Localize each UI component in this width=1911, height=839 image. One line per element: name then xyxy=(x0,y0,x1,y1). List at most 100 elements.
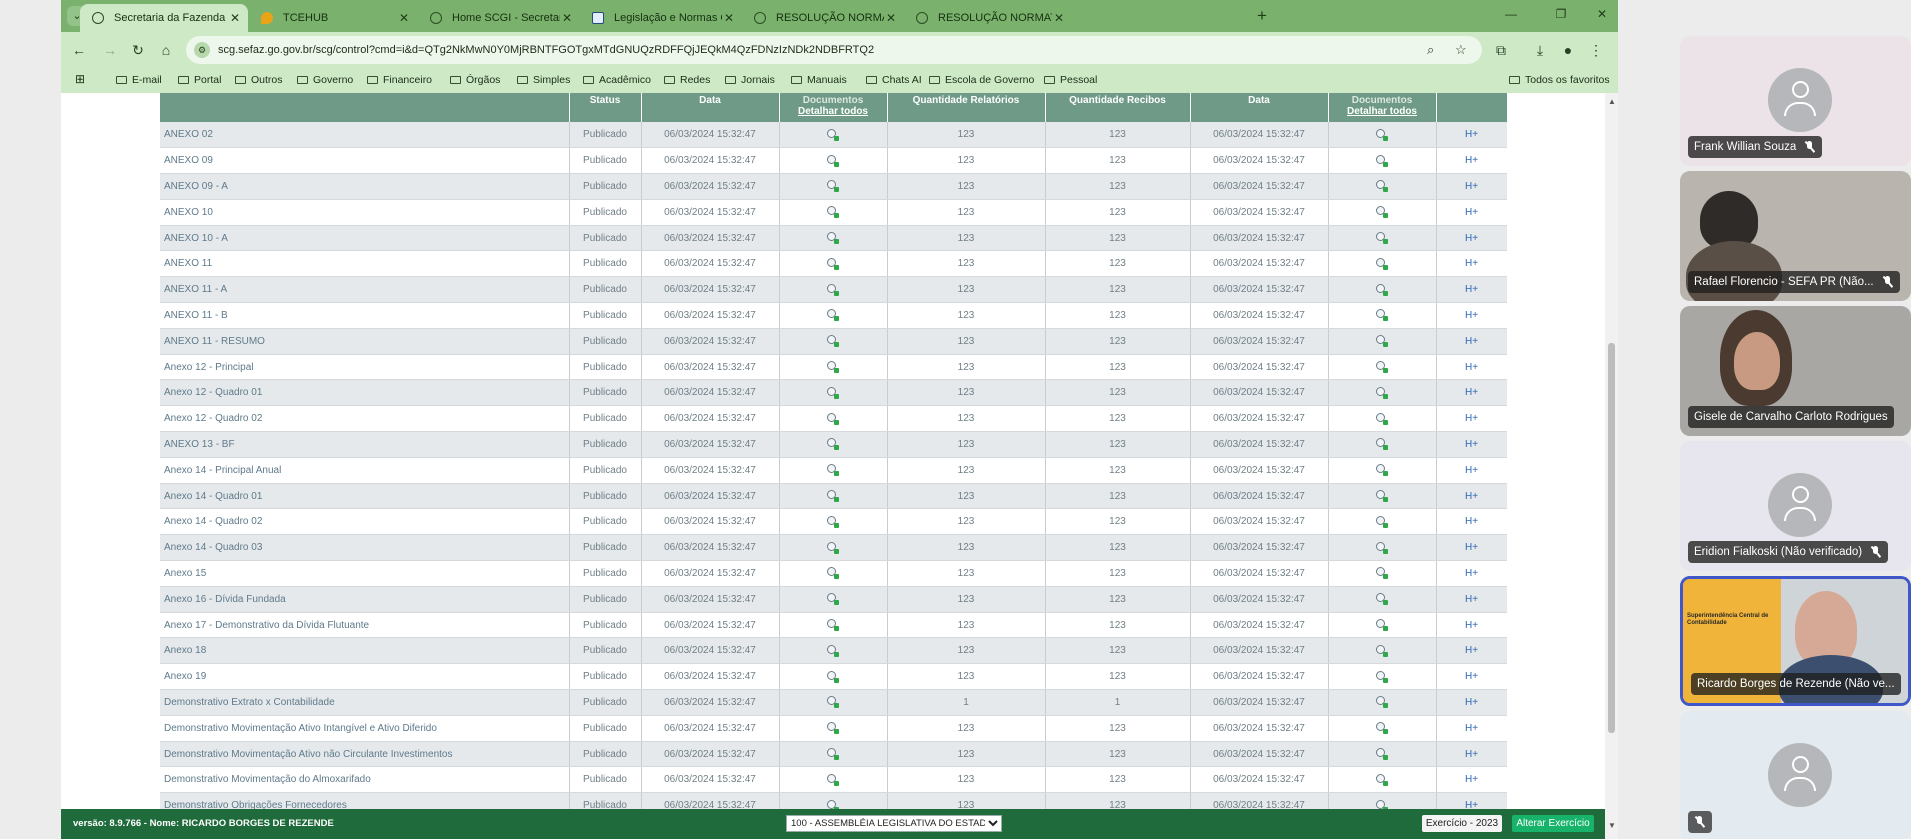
cell-name[interactable]: Anexo 17 - Demonstrativo da Dívida Flutu… xyxy=(160,612,570,639)
bookmark-governo[interactable]: Governo xyxy=(297,74,353,86)
magnifier-icon-2[interactable] xyxy=(1376,206,1388,219)
participant-tile[interactable] xyxy=(1680,711,1911,839)
cell-name[interactable]: ANEXO 09 xyxy=(160,147,570,175)
cell-name[interactable]: Anexo 12 - Principal xyxy=(160,354,570,381)
magnifier-icon-2[interactable] xyxy=(1376,283,1388,296)
magnifier-icon-2[interactable] xyxy=(1376,180,1388,193)
history-link[interactable]: H+ xyxy=(1436,534,1507,562)
magnifier-icon[interactable] xyxy=(827,670,839,683)
magnifier-icon[interactable] xyxy=(827,309,839,322)
bookmark-portal[interactable]: Portal xyxy=(178,74,221,86)
bookmark-email[interactable]: E-mail xyxy=(116,74,162,86)
home-icon[interactable]: ⌂ xyxy=(156,40,176,60)
magnifier-icon[interactable] xyxy=(827,232,839,245)
bookmark-academico[interactable]: Acadêmico xyxy=(583,74,651,86)
minimize-icon[interactable]: — xyxy=(1502,7,1520,21)
bookmark-jornais[interactable]: Jornais xyxy=(725,74,775,86)
magnifier-icon-2[interactable] xyxy=(1376,644,1388,657)
magnifier-icon-2[interactable] xyxy=(1376,490,1388,503)
extensions-icon[interactable]: ⧉ xyxy=(1491,40,1511,60)
participant-tile[interactable]: Eridion Fialkoski (Não verificado) xyxy=(1680,441,1911,571)
back-icon[interactable]: ← xyxy=(69,40,89,60)
magnifier-icon[interactable] xyxy=(827,206,839,219)
cell-name[interactable]: ANEXO 10 - A xyxy=(160,225,570,252)
magnifier-icon[interactable] xyxy=(827,283,839,296)
history-link[interactable]: H+ xyxy=(1436,508,1507,536)
magnifier-icon[interactable] xyxy=(827,541,839,554)
cell-name[interactable]: ANEXO 02 xyxy=(160,122,570,149)
history-link[interactable]: H+ xyxy=(1436,147,1507,175)
magnifier-icon-2[interactable] xyxy=(1376,257,1388,270)
history-link[interactable]: H+ xyxy=(1436,663,1507,691)
bookmark-simples[interactable]: Simples xyxy=(517,74,570,86)
cell-name[interactable]: ANEXO 11 - B xyxy=(160,302,570,329)
bookmark-chats-ai[interactable]: Chats AI xyxy=(866,74,922,86)
cell-name[interactable]: Demonstrativo Extrato x Contabilidade xyxy=(160,689,570,716)
url-text[interactable]: scg.sefaz.go.gov.br/scg/control?cmd=i&d=… xyxy=(218,36,874,64)
magnifier-icon-2[interactable] xyxy=(1376,128,1388,141)
magnifier-icon-2[interactable] xyxy=(1376,670,1388,683)
magnifier-icon-2[interactable] xyxy=(1376,567,1388,580)
site-info-icon[interactable]: ⚙ xyxy=(194,42,210,58)
tab-legislacao[interactable]: Legislação e Normas Contábeis ✕ xyxy=(580,4,742,32)
magnifier-icon[interactable] xyxy=(827,438,839,451)
magnifier-icon-2[interactable] xyxy=(1376,232,1388,245)
profile-avatar[interactable]: ● xyxy=(1558,40,1578,60)
history-link[interactable]: H+ xyxy=(1436,560,1507,587)
magnifier-icon[interactable] xyxy=(827,180,839,193)
magnifier-icon-2[interactable] xyxy=(1376,696,1388,709)
tab-tcehub[interactable]: TCEHUB ✕ xyxy=(249,4,417,32)
cell-name[interactable]: Demonstrativo Obrigações Fornecedores xyxy=(160,792,570,809)
zoom-icon[interactable]: ⌕ xyxy=(1427,42,1434,58)
scroll-down-icon[interactable]: ▼ xyxy=(1608,821,1616,830)
history-link[interactable]: H+ xyxy=(1436,250,1507,278)
bookmark-outros[interactable]: Outros xyxy=(235,74,283,86)
history-link[interactable]: H+ xyxy=(1436,199,1507,226)
magnifier-icon-2[interactable] xyxy=(1376,799,1388,809)
tab-resolucao-5[interactable]: RESOLUÇÃO NORMATIVA Nº 5 ✕ xyxy=(742,4,904,32)
history-link[interactable]: H+ xyxy=(1436,431,1507,458)
tab-scgi[interactable]: Home SCGI - Secretaria da Eco ✕ xyxy=(418,4,580,32)
magnifier-icon[interactable] xyxy=(827,361,839,374)
magnifier-icon[interactable] xyxy=(827,335,839,348)
restore-icon[interactable]: ❐ xyxy=(1552,7,1570,21)
magnifier-icon-2[interactable] xyxy=(1376,541,1388,554)
magnifier-icon-2[interactable] xyxy=(1376,515,1388,528)
address-bar[interactable]: ⚙ scg.sefaz.go.gov.br/scg/control?cmd=i&… xyxy=(186,36,1482,64)
history-link[interactable]: H+ xyxy=(1436,276,1507,304)
tab-resolucao-7[interactable]: RESOLUÇÃO NORMATIVA Nº 7 ✕ xyxy=(904,4,1072,32)
bookmark-financeiro[interactable]: Financeiro xyxy=(367,74,432,86)
menu-icon[interactable]: ⋮ xyxy=(1586,40,1606,60)
cell-name[interactable]: Anexo 18 xyxy=(160,637,570,665)
magnifier-icon[interactable] xyxy=(827,773,839,786)
magnifier-icon[interactable] xyxy=(827,412,839,425)
detalhar-todos-link-2[interactable]: Detalhar todos xyxy=(1329,106,1436,117)
history-link[interactable]: H+ xyxy=(1436,457,1507,484)
cell-name[interactable]: Anexo 16 - Dívida Fundada xyxy=(160,586,570,613)
cell-name[interactable]: Anexo 12 - Quadro 01 xyxy=(160,379,570,407)
magnifier-icon[interactable] xyxy=(827,128,839,141)
apps-grid-icon[interactable]: ⊞ xyxy=(75,72,85,86)
close-icon[interactable]: ✕ xyxy=(724,4,734,32)
scroll-up-icon[interactable]: ▲ xyxy=(1608,97,1616,106)
magnifier-icon-2[interactable] xyxy=(1376,773,1388,786)
page-scrollbar[interactable]: ▲ ▼ xyxy=(1605,93,1618,839)
magnifier-icon[interactable] xyxy=(827,515,839,528)
window-close-icon[interactable]: ✕ xyxy=(1593,7,1611,21)
bookmark-manuais[interactable]: Manuais xyxy=(791,74,847,86)
scroll-thumb[interactable] xyxy=(1608,343,1615,733)
history-link[interactable]: H+ xyxy=(1436,792,1507,809)
magnifier-icon-2[interactable] xyxy=(1376,619,1388,632)
bookmark-star-icon[interactable]: ☆ xyxy=(1455,42,1467,58)
magnifier-icon[interactable] xyxy=(827,257,839,270)
magnifier-icon[interactable] xyxy=(827,619,839,632)
alterar-exercicio-button[interactable]: Alterar Exercício xyxy=(1512,815,1594,832)
forward-icon[interactable]: → xyxy=(100,40,120,60)
history-link[interactable]: H+ xyxy=(1436,122,1507,149)
history-link[interactable]: H+ xyxy=(1436,379,1507,407)
history-link[interactable]: H+ xyxy=(1436,689,1507,716)
close-icon[interactable]: ✕ xyxy=(1054,4,1064,32)
magnifier-icon-2[interactable] xyxy=(1376,386,1388,399)
magnifier-icon-2[interactable] xyxy=(1376,335,1388,348)
history-link[interactable]: H+ xyxy=(1436,302,1507,329)
